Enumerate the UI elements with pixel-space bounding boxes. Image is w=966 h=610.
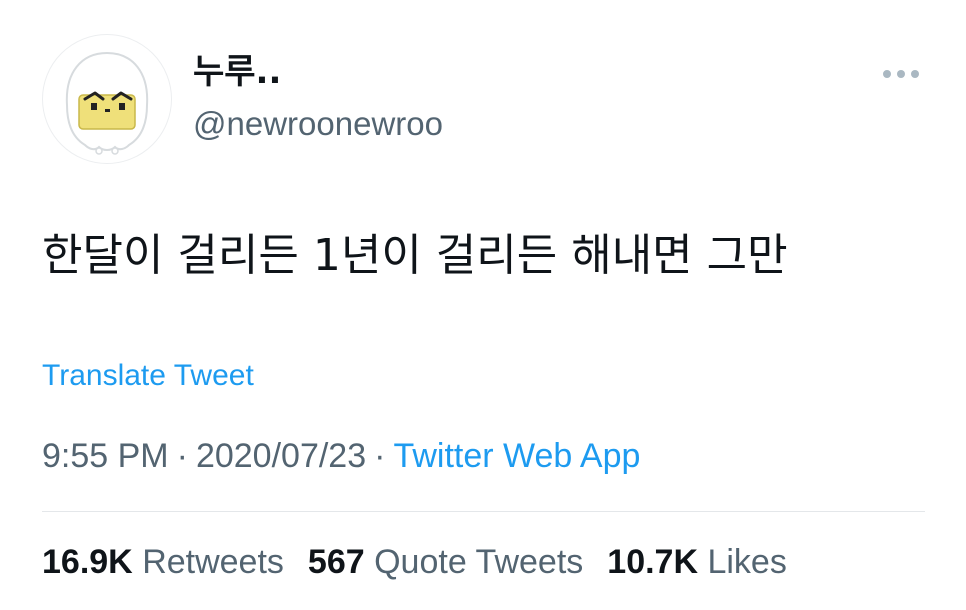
ghost-character-icon: [65, 51, 149, 155]
retweets-stat[interactable]: 16.9K Retweets: [42, 540, 284, 584]
tweet-card: 누루.. @newroonewroo 한달이 걸리든 1년이 걸리든 해내면 그…: [0, 0, 966, 610]
quote-tweets-count: 567: [307, 543, 365, 581]
quote-tweets-stat[interactable]: 567 Quote Tweets: [308, 540, 583, 584]
likes-stat[interactable]: 10.7K Likes: [607, 540, 787, 584]
tweet-time[interactable]: 9:55 PM: [42, 437, 169, 475]
avatar[interactable]: [42, 34, 172, 164]
translate-tweet-link[interactable]: Translate Tweet: [42, 356, 254, 396]
tweet-text: 한달이 걸리든 1년이 걸리든 해내면 그만: [42, 230, 788, 281]
meta-separator: ·: [176, 437, 188, 475]
meta-separator: ·: [374, 437, 386, 475]
author-handle[interactable]: @newroonewroo: [193, 102, 443, 146]
retweets-label: Retweets: [142, 543, 284, 581]
tweet-metadata: 9:55 PM · 2020/07/23 · Twitter Web App: [42, 434, 640, 478]
author-display-name[interactable]: 누루..: [193, 50, 281, 94]
retweets-count: 16.9K: [42, 543, 133, 581]
likes-label: Likes: [707, 543, 787, 581]
tweet-stats: 16.9K Retweets 567 Quote Tweets 10.7K Li…: [42, 540, 787, 584]
divider: [42, 511, 925, 512]
quote-tweets-label: Quote Tweets: [374, 543, 584, 581]
likes-count: 10.7K: [607, 543, 699, 581]
more-horizontal-icon: [883, 70, 919, 78]
tweet-source-link[interactable]: Twitter Web App: [393, 437, 640, 475]
more-options-button[interactable]: [876, 56, 926, 92]
tweet-date[interactable]: 2020/07/23: [196, 437, 366, 475]
